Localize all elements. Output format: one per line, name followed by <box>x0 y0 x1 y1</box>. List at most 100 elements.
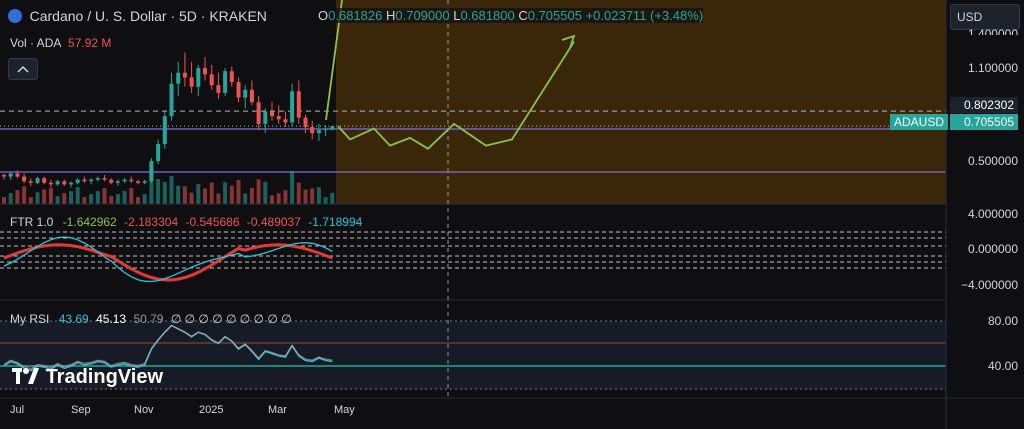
volume-bar <box>249 187 254 204</box>
volume-bar <box>95 191 100 204</box>
candle-body <box>15 173 20 177</box>
candle-body <box>296 91 301 118</box>
candle-body <box>310 127 315 134</box>
candle-body <box>156 144 161 162</box>
price-axis-label: 0.500000 <box>967 154 1018 168</box>
rsi-legend: My RSI 43.69 45.13 50.79 ∅ ∅ ∅ ∅ ∅ ∅ ∅ ∅… <box>10 312 292 326</box>
x-axis-label: Jul <box>10 404 25 416</box>
volume-bar <box>176 185 181 204</box>
volume-bar <box>2 197 6 204</box>
volume-bar <box>122 191 127 204</box>
ftr-value: -0.545686 <box>185 215 240 229</box>
high-label: H <box>385 8 396 23</box>
tradingview-watermark: TradingView <box>12 366 163 389</box>
candle-body <box>89 179 94 182</box>
current-price-tag: 0.705505 <box>950 114 1018 130</box>
volume-bar <box>8 193 13 204</box>
volume-bar <box>236 180 241 204</box>
volume-bar <box>256 179 261 204</box>
candle-body <box>203 68 207 75</box>
volume-bar <box>48 188 53 204</box>
volume-bar <box>89 194 94 204</box>
candle-body <box>283 119 288 123</box>
price-axis-label: 1.100000 <box>967 61 1018 75</box>
volume-label: Vol · ADA <box>10 36 61 50</box>
volume-bar <box>189 192 194 204</box>
volume-legend: Vol · ADA 57.92 M <box>10 36 111 50</box>
volume-bar <box>229 185 234 204</box>
volume-bar <box>109 196 114 204</box>
x-axis-label: Sep <box>71 404 91 416</box>
candle-body <box>303 117 308 127</box>
ftr-value: -0.489037 <box>246 215 301 229</box>
candle-body <box>182 72 187 78</box>
volume-bar <box>196 184 201 204</box>
ftr-axis-label: 4.000000 <box>967 207 1018 221</box>
candle-body <box>102 178 107 180</box>
candle-body <box>330 126 335 130</box>
volume-bar <box>156 179 161 204</box>
volume-value: 57.92 M <box>68 36 112 50</box>
candle-body <box>129 179 134 182</box>
volume-bar <box>270 195 274 204</box>
volume-bar <box>55 196 60 204</box>
collapse-legend-button[interactable] <box>8 58 38 80</box>
candle-body <box>35 178 40 183</box>
symbol-header[interactable]: Cardano / U. S. Dollar · 5D · KRAKEN <box>8 8 267 24</box>
marker-price-tag: 0.802302 <box>950 97 1018 113</box>
volume-bar <box>290 171 295 204</box>
x-axis-label: Mar <box>268 404 287 416</box>
rsi-axis-label: 80.00 <box>987 314 1018 328</box>
open-label: O <box>318 8 329 23</box>
candle-body <box>290 91 295 123</box>
candle-body <box>176 72 181 84</box>
candle-body <box>69 182 73 185</box>
symbol-title: Cardano / U. S. Dollar · 5D · KRAKEN <box>29 8 267 24</box>
ftr-value: -1.642962 <box>62 215 117 229</box>
ftr-legend: FTR 1.0 -1.642962 -2.183304 -0.545686 -0… <box>10 215 362 229</box>
volume-bar <box>69 191 73 204</box>
x-axis-label: May <box>334 404 355 416</box>
volume-bar <box>276 193 281 204</box>
volume-bar <box>136 197 140 204</box>
change-value: +0.023711 (+3.48%) <box>585 8 704 23</box>
volume-bar <box>42 189 47 204</box>
candle-body <box>75 179 80 183</box>
candle-body <box>196 68 201 87</box>
candle-body <box>82 179 87 182</box>
candle-body <box>42 178 47 183</box>
open-value: 0.681826 <box>328 8 383 23</box>
volume-bar <box>102 188 107 204</box>
low-value: 0.681800 <box>460 8 515 23</box>
watermark-text: TradingView <box>45 366 164 388</box>
candle-body <box>229 71 234 83</box>
ftr-value: -1.718994 <box>308 215 363 229</box>
candle-body <box>189 77 194 87</box>
candle-body <box>323 128 328 131</box>
cardano-logo-icon <box>8 9 22 23</box>
volume-bar <box>82 197 87 204</box>
candle-body <box>22 176 27 182</box>
volume-bar <box>169 176 174 204</box>
volume-bar <box>115 194 120 204</box>
tradingview-logo-icon <box>12 367 40 384</box>
close-label: C <box>518 8 528 23</box>
candle-body <box>223 71 228 93</box>
volume-bar <box>283 190 288 204</box>
volume-bar <box>243 193 248 204</box>
ftr-axis-label: −4.000000 <box>960 278 1018 292</box>
candle-body <box>216 85 221 93</box>
candle-body <box>209 74 214 86</box>
candle-body <box>55 181 60 185</box>
candle-body <box>256 102 261 124</box>
volume-bar <box>296 182 301 204</box>
volume-bar <box>22 186 27 204</box>
candle-body <box>263 111 268 124</box>
candle-body <box>8 173 13 177</box>
volume-bar <box>28 197 33 204</box>
rsi-label: My RSI <box>10 312 50 326</box>
volume-bar <box>162 181 167 204</box>
rsi-value: 45.13 <box>96 312 127 326</box>
candle-body <box>316 130 321 134</box>
candle-body <box>249 89 254 103</box>
